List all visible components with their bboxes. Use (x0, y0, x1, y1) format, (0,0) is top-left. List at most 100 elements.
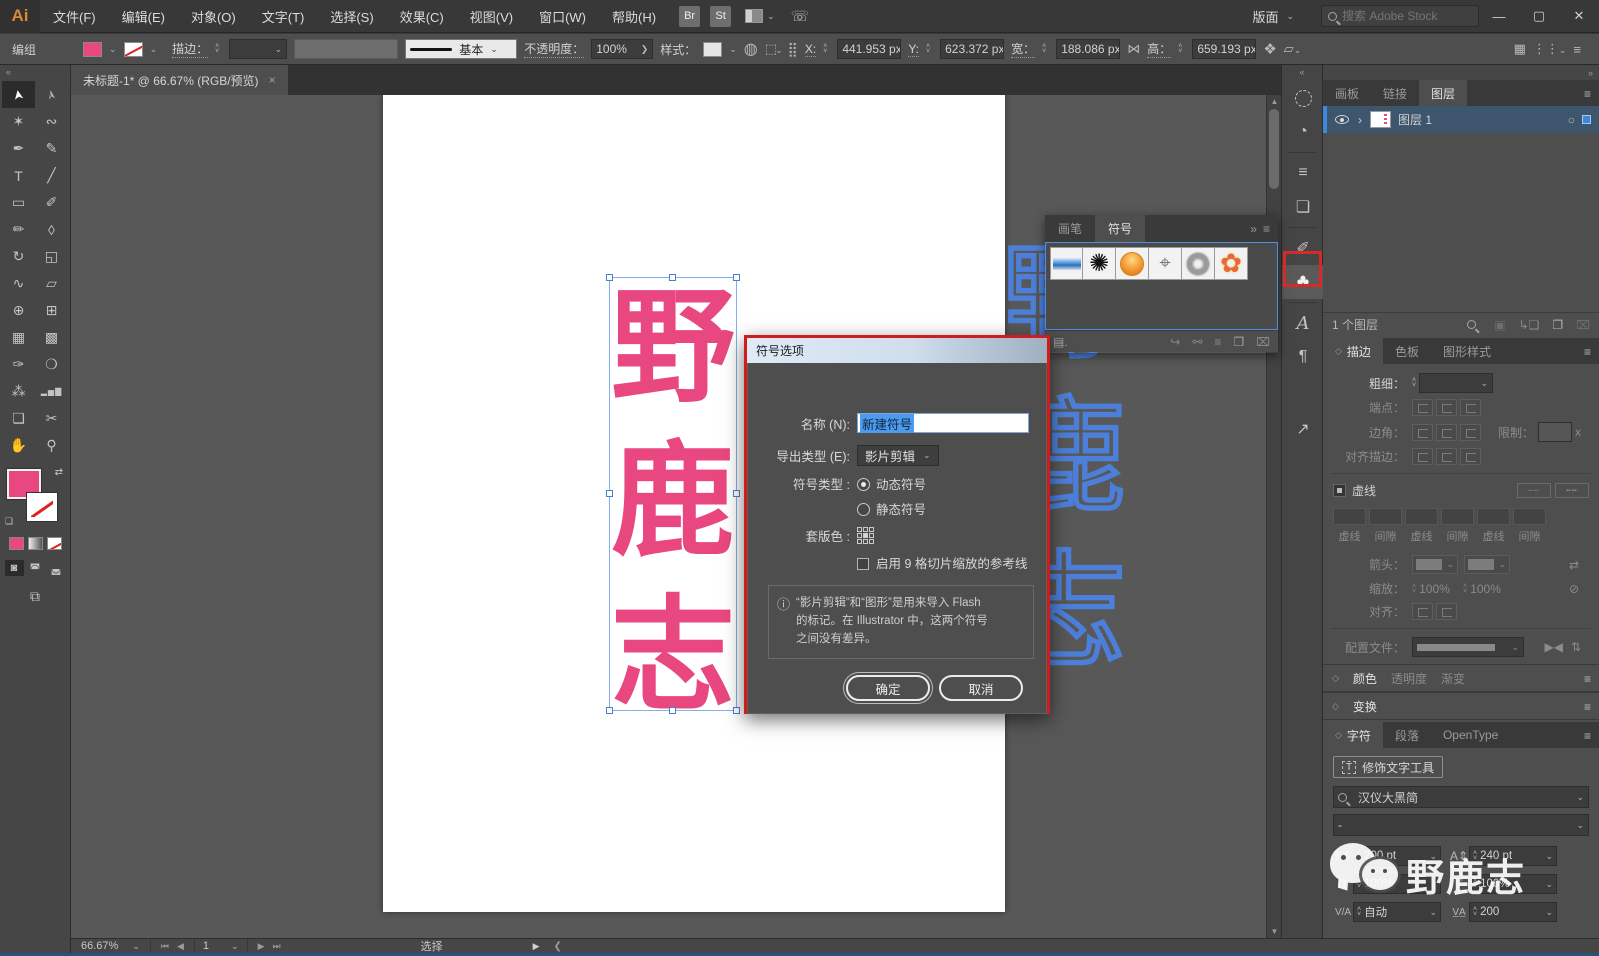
stroke-weight-label[interactable]: 描边： (172, 40, 209, 58)
gap-field[interactable] (1369, 508, 1402, 525)
tab-character[interactable]: ◇ 字符 (1323, 722, 1383, 748)
symbol-flower[interactable]: ✿ (1215, 247, 1248, 280)
horizontal-scale-field[interactable]: ˄ ˅ 100% ⌄ (1469, 874, 1557, 894)
stroke-style-dropdown[interactable]: 基本 ⌄ (405, 39, 518, 59)
tab-close-icon[interactable]: × (269, 73, 276, 87)
symbol-library-icon[interactable]: ▤. (1053, 335, 1068, 349)
scroll-down-icon[interactable]: ▼ (1267, 927, 1282, 936)
y-field[interactable]: 623.372 px (940, 39, 1005, 59)
character-styles-panel-icon[interactable]: ¶ (1282, 340, 1324, 374)
arrowhead-start-dropdown[interactable]: ⌄ (1412, 555, 1458, 574)
gradient-panel-icon[interactable]: ◔ (1282, 115, 1324, 149)
align-dash-button[interactable]: ╍╍ (1555, 483, 1589, 498)
stroke-swatch[interactable] (27, 493, 57, 521)
slice-tool[interactable]: ✂ (35, 405, 68, 432)
eraser-tool[interactable]: ◊ (35, 216, 68, 243)
fill-color-swatch[interactable] (83, 41, 103, 57)
selection-handle[interactable] (669, 274, 676, 281)
selection-handle[interactable] (733, 274, 740, 281)
menu-help[interactable]: 帮助(H) (599, 0, 669, 33)
selection-handle[interactable] (606, 274, 613, 281)
visibility-eye-icon[interactable] (1335, 115, 1349, 124)
export-panel-icon[interactable]: ↗ (1282, 412, 1324, 446)
tab-brushes[interactable]: 画笔 (1045, 215, 1095, 242)
document-tab[interactable]: 未标题-1* @ 66.67% (RGB/预览) × (71, 65, 288, 95)
artboard-tool[interactable]: ❏ (2, 405, 35, 432)
symbol-sprayer-tool[interactable]: ⁂ (2, 378, 35, 405)
arrow-scale-start[interactable]: 100% (1419, 582, 1463, 596)
selection-handle[interactable] (606, 490, 613, 497)
layer-thumbnail[interactable] (1370, 111, 1391, 128)
pathfinder-panel-icon[interactable]: ❏ (1282, 190, 1324, 224)
none-button[interactable] (46, 537, 62, 550)
zoom-tool[interactable]: ⚲ (35, 432, 68, 459)
preserve-dash-button[interactable]: ╌╌ (1517, 483, 1551, 498)
panel-menu-icon[interactable]: ≡ (1261, 215, 1278, 242)
round-join-button[interactable] (1436, 423, 1457, 441)
status-collapse-icon[interactable]: ❮ (554, 941, 562, 952)
menu-window[interactable]: 窗口(W) (526, 0, 599, 33)
dock-collapse-icon[interactable]: « (1282, 65, 1322, 81)
shear-icon[interactable]: ▱⌄ (1284, 41, 1302, 57)
last-artboard-icon[interactable]: ⏭ (272, 941, 280, 952)
selection-handle[interactable] (733, 707, 740, 714)
panel-expand-icon[interactable]: » (1246, 215, 1261, 242)
tracking-field[interactable]: ˄ ˅ 200 ⌄ (1469, 902, 1557, 922)
tab-color[interactable]: 颜色 (1353, 670, 1377, 687)
type-tool[interactable]: T (2, 162, 35, 189)
transform-icon[interactable]: ❖ (1263, 40, 1276, 58)
symbol-options-icon[interactable]: ≡ (1214, 335, 1221, 349)
opacity-label[interactable]: 不透明度： (524, 40, 585, 58)
curvature-tool[interactable]: ✎ (35, 135, 68, 162)
selection-tool[interactable]: ➤ (2, 81, 35, 108)
prev-artboard-icon[interactable]: ◀ (177, 941, 184, 952)
dash-field[interactable] (1405, 508, 1438, 525)
width-tool[interactable]: ∿ (2, 270, 35, 297)
symbol-name-input[interactable]: 新建符号 (857, 413, 1029, 433)
selection-bounding-box[interactable] (606, 274, 740, 714)
flip-across-icon[interactable]: ⇅ (1571, 640, 1581, 654)
gradient-button[interactable] (27, 537, 43, 550)
artboard-navigation-dropdown[interactable]: 1 ⌄ (193, 939, 248, 953)
default-fill-stroke-icon[interactable]: ❏ (5, 516, 13, 527)
stroke-color-swatch[interactable] (123, 41, 143, 57)
menu-object[interactable]: 对象(O) (178, 0, 249, 33)
gap-field[interactable] (1441, 508, 1474, 525)
align-inside-button[interactable] (1436, 448, 1457, 465)
stroke-stepper[interactable]: ˄ ˅ (215, 43, 219, 55)
x-field[interactable]: 441.953 px (837, 39, 902, 59)
menu-edit[interactable]: 编辑(E) (109, 0, 178, 33)
color-button[interactable] (8, 537, 24, 550)
kerning-field[interactable]: ˄ ˅ 自动 ⌄ (1353, 902, 1441, 922)
butt-cap-button[interactable] (1412, 399, 1433, 416)
brush-definition-dropdown[interactable] (294, 39, 399, 59)
break-link-icon[interactable]: ⚯ (1192, 335, 1202, 349)
extend-arrow-button[interactable] (1412, 603, 1433, 620)
chevron-down-icon[interactable]: ⌄ (1576, 820, 1584, 830)
menu-effect[interactable]: 效果(C) (387, 0, 457, 33)
scrollbar-thumb[interactable] (1269, 109, 1279, 189)
static-symbol-radio[interactable]: 静态符号 (857, 499, 926, 518)
dialog-title-bar[interactable]: 符号选项 (747, 338, 1047, 363)
delete-symbol-icon[interactable]: ⌧ (1256, 335, 1270, 349)
align-center-button[interactable] (1412, 448, 1433, 465)
grid-icon[interactable]: ▦ (1514, 41, 1526, 57)
scroll-up-icon[interactable]: ▲ (1267, 97, 1282, 106)
opacity-more-icon[interactable]: ❯ (641, 44, 649, 54)
tab-swatches[interactable]: 色板 (1383, 338, 1431, 364)
chevron-down-icon[interactable]: ⌄ (1576, 792, 1584, 802)
panel-options-icon[interactable]: ⋮⋮⌄ (1533, 41, 1567, 57)
opacity-field[interactable]: 100% ❯ (591, 39, 654, 59)
layer-expand-icon[interactable]: › (1358, 113, 1362, 127)
tab-graphic-styles[interactable]: 图形样式 (1431, 338, 1503, 364)
fill-stroke-control[interactable]: ⇄ ❏ (5, 467, 65, 529)
graph-tool[interactable]: ▂▅▇ (35, 378, 68, 405)
maximize-button[interactable]: ▢ (1519, 3, 1559, 29)
workspace-switcher[interactable]: 版面 ⌄ (1239, 0, 1307, 33)
menu-list-icon[interactable]: ≡ (1573, 42, 1581, 57)
blend-tool[interactable]: ❍ (35, 351, 68, 378)
chevron-down-icon[interactable]: ⌄ (150, 44, 158, 54)
touch-type-tool-button[interactable]: T 修饰文字工具 (1333, 756, 1444, 778)
clipping-mask-icon[interactable]: ▣ (1494, 318, 1505, 332)
magic-wand-tool[interactable]: ✶ (2, 108, 35, 135)
